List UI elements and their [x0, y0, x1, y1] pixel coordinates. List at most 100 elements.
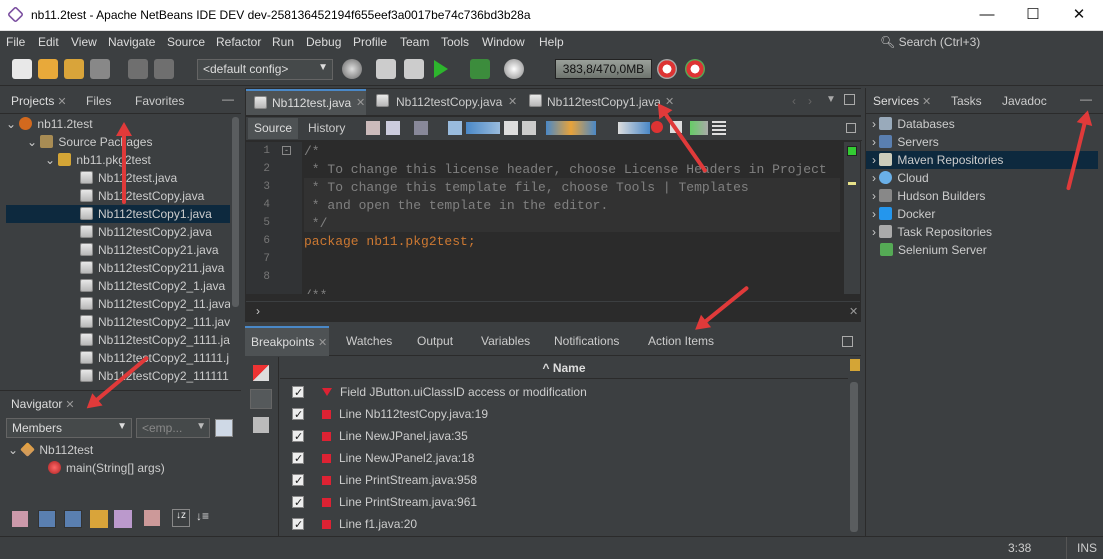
- breakpoint-row[interactable]: Line NewJPanel2.java:18: [292, 447, 474, 470]
- breakpoint-row[interactable]: Line f1.java:20: [292, 513, 417, 536]
- service-maven-repositories[interactable]: › Maven Repositories: [866, 151, 1098, 169]
- menu-help[interactable]: Help: [539, 35, 564, 49]
- open-project-icon[interactable]: [64, 59, 84, 79]
- maximize-button[interactable]: ☐: [1010, 0, 1056, 30]
- enabled-checkbox[interactable]: [292, 404, 304, 426]
- filter-inherited-icon[interactable]: [90, 510, 108, 528]
- tree-source-packages[interactable]: ⌄ Source Packages: [27, 133, 152, 151]
- profile-icon[interactable]: [504, 59, 524, 79]
- tree-file[interactable]: Nb112testCopy2_11.java: [80, 295, 230, 313]
- gc-icon[interactable]: [657, 59, 677, 79]
- service-databases[interactable]: › Databases: [866, 115, 955, 133]
- split-editor-icon[interactable]: [846, 123, 856, 133]
- members-select[interactable]: Members ▼: [6, 418, 132, 438]
- maximize-panel-icon[interactable]: [842, 336, 853, 347]
- search-box[interactable]: 🔍︎ Search (Ctrl+3): [880, 35, 980, 49]
- menu-refactor[interactable]: Refactor: [216, 35, 261, 49]
- expand-icon[interactable]: ›: [872, 189, 879, 203]
- close-icon[interactable]: ✕: [508, 95, 517, 108]
- start-macro-icon[interactable]: [651, 121, 663, 133]
- service-servers[interactable]: › Servers: [866, 133, 939, 151]
- breakpoint-row[interactable]: Field JButton.uiClassID access or modifi…: [292, 381, 587, 404]
- new-project-icon[interactable]: [38, 59, 58, 79]
- find-prev-next-icon[interactable]: [466, 122, 500, 134]
- tab-output[interactable]: Output: [417, 334, 453, 348]
- chevron-right-icon[interactable]: ›: [256, 304, 260, 318]
- menu-navigate[interactable]: Navigate: [108, 35, 155, 49]
- tab-breakpoints[interactable]: Breakpoints ✕: [245, 326, 329, 356]
- expand-icon[interactable]: ›: [872, 225, 879, 239]
- tab-javadoc[interactable]: Javadoc: [1002, 94, 1047, 108]
- save-all-icon[interactable]: [90, 59, 110, 79]
- menu-source[interactable]: Source: [167, 35, 205, 49]
- menu-view[interactable]: View: [71, 35, 97, 49]
- service-docker[interactable]: › Docker: [866, 205, 935, 223]
- close-icon[interactable]: ✕: [849, 305, 858, 318]
- filter-nonpublic-icon[interactable]: [64, 510, 82, 528]
- close-button[interactable]: ✕: [1056, 0, 1102, 30]
- tab-watches[interactable]: Watches: [346, 334, 392, 348]
- uncomment-icon[interactable]: [712, 121, 726, 135]
- new-breakpoint-icon[interactable]: [253, 365, 269, 381]
- expand-icon[interactable]: ›: [872, 153, 879, 167]
- breakpoint-row[interactable]: Line PrintStream.java:961: [292, 491, 477, 514]
- enabled-checkbox[interactable]: [292, 470, 304, 492]
- breakpoints-column-header[interactable]: ^ Name: [280, 357, 848, 379]
- tree-file-selected[interactable]: Nb112testCopy1.java: [6, 205, 230, 223]
- tree-package[interactable]: ⌄ nb11.pkg2test: [45, 151, 151, 169]
- column-options-icon[interactable]: [850, 359, 860, 371]
- enabled-checkbox[interactable]: [292, 514, 304, 536]
- expand-icon[interactable]: ⌄: [6, 117, 19, 131]
- close-icon[interactable]: ✕: [356, 96, 365, 109]
- menu-edit[interactable]: Edit: [38, 35, 59, 49]
- tab-navigator[interactable]: Navigator ✕: [11, 397, 75, 411]
- expand-icon[interactable]: ›: [872, 117, 879, 131]
- tree-file[interactable]: Nb112testCopy2.java: [80, 223, 212, 241]
- close-icon[interactable]: ✕: [65, 399, 74, 411]
- tree-file[interactable]: Nb112testCopy2_111111: [80, 367, 229, 385]
- tab-tasks[interactable]: Tasks: [951, 94, 982, 108]
- build-hammer-icon[interactable]: [376, 59, 396, 79]
- menu-debug[interactable]: Debug: [306, 35, 341, 49]
- code-area[interactable]: /* * To change this license header, choo…: [304, 142, 840, 294]
- undo-icon[interactable]: [128, 59, 148, 79]
- tab-projects[interactable]: Projects ✕: [11, 94, 67, 108]
- tab-action-items[interactable]: Action Items: [648, 334, 714, 348]
- breakpoint-row[interactable]: Line Nb112testCopy.java:19: [292, 403, 488, 426]
- debug-icon[interactable]: [470, 59, 490, 79]
- menu-team[interactable]: Team: [400, 35, 429, 49]
- expand-icon[interactable]: ›: [872, 171, 879, 185]
- comment-icon[interactable]: [690, 121, 708, 135]
- source-tab[interactable]: Source: [248, 118, 298, 139]
- filter-static-icon[interactable]: [38, 510, 56, 528]
- tree-file[interactable]: Nb112testCopy.java: [80, 187, 204, 205]
- tab-services[interactable]: Services ✕: [873, 94, 931, 108]
- deactivate-all-icon[interactable]: [250, 389, 272, 409]
- tree-file[interactable]: Nb112testCopy2_1.java: [80, 277, 225, 295]
- menu-window[interactable]: Window: [482, 35, 525, 49]
- tree-file[interactable]: Nb112testCopy2_1111.ja: [80, 331, 230, 349]
- memory-indicator[interactable]: 383,8/470,0MB: [555, 59, 652, 79]
- tab-favorites[interactable]: Favorites: [135, 94, 184, 108]
- back-icon[interactable]: [386, 121, 400, 135]
- close-icon[interactable]: ✕: [318, 336, 327, 349]
- breakpoint-row[interactable]: Line NewJPanel.java:35: [292, 425, 468, 448]
- service-task-repositories[interactable]: › Task Repositories: [866, 223, 992, 241]
- nav-class[interactable]: ⌄ Nb112test: [8, 441, 93, 459]
- scrollbar-thumb[interactable]: [850, 382, 858, 532]
- run-icon[interactable]: [434, 60, 448, 78]
- expand-icon[interactable]: ⌄: [8, 443, 21, 457]
- clean-build-icon[interactable]: [404, 59, 424, 79]
- breakpoint-groups-icon[interactable]: [253, 417, 269, 433]
- menu-tools[interactable]: Tools: [441, 35, 469, 49]
- nav-method[interactable]: main(String[] args): [48, 459, 165, 477]
- history-tab[interactable]: History: [308, 121, 345, 135]
- tree-scrollbar[interactable]: [230, 115, 241, 387]
- scroll-tabs-right-icon[interactable]: ›: [808, 94, 812, 108]
- last-edit-icon[interactable]: [366, 121, 380, 135]
- insert-mode[interactable]: INS: [1077, 541, 1097, 555]
- minimize-panel-icon[interactable]: —: [222, 92, 234, 106]
- tab-notifications[interactable]: Notifications: [554, 334, 619, 348]
- sort-az-icon[interactable]: ↓z: [172, 509, 190, 527]
- tree-file[interactable]: Nb112testCopy21.java: [80, 241, 219, 259]
